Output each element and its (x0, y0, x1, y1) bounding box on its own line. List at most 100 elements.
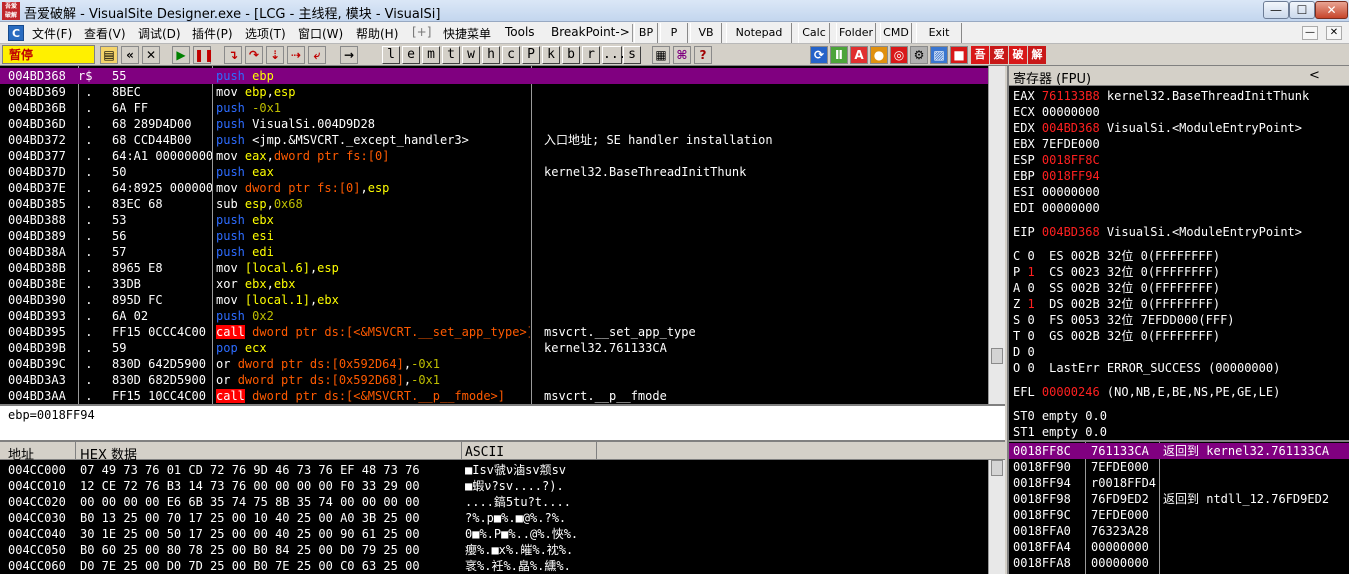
disasm-row[interactable]: 004BD388 . 53 push ebx (0, 212, 1005, 228)
goto-address-icon[interactable]: → (340, 46, 358, 64)
register-eax[interactable]: EAX 761133B8 kernel32.BaseThreadInitThun… (1013, 88, 1309, 104)
plugin-vb-button[interactable]: VB (690, 23, 722, 43)
run-icon[interactable]: ▶ (172, 46, 190, 64)
record-icon[interactable]: ● (870, 46, 888, 64)
disasm-row[interactable]: 004BD368 r$ 55 push ebp (0, 68, 1005, 84)
menu-plugins[interactable]: 插件(P) (192, 25, 233, 42)
open-file-icon[interactable]: ▤ (100, 46, 118, 64)
plugin-p-button[interactable]: P (660, 23, 688, 43)
settings-icon[interactable]: ⚙ (910, 46, 928, 64)
plugin-folder-button[interactable]: Folder (836, 23, 876, 43)
stack-row[interactable]: 0018FF9C 7EFDE000 (1009, 507, 1349, 523)
dump-header-ascii[interactable]: ASCII (465, 445, 504, 460)
help-icon[interactable]: ? (694, 46, 712, 64)
disasm-row[interactable]: 004BD38B . 8965 E8 mov [local.6],esp (0, 260, 1005, 276)
disasm-row[interactable]: 004BD37E . 64:8925 00000000 mov dword ptr … (0, 180, 1005, 196)
register-edi[interactable]: EDI 00000000 (1013, 200, 1100, 216)
plugin-bp-button[interactable]: BP (634, 23, 658, 43)
disasm-row[interactable]: 004BD389 . 56 push esi (0, 228, 1005, 244)
hash-icon[interactable]: ▨ (930, 46, 948, 64)
fpu-register[interactable]: ST1 empty 0.0 (1013, 424, 1107, 440)
log-window-button[interactable]: l (382, 46, 400, 64)
dump-scrollbar[interactable] (988, 460, 1005, 574)
fpu-register[interactable]: ST0 empty 0.0 (1013, 408, 1107, 424)
register-ecx[interactable]: ECX 00000000 (1013, 104, 1100, 120)
stack-row[interactable]: 0018FF8C 761133CA 返回到 kernel32.761133CA (1009, 443, 1349, 459)
flag-a[interactable]: A 0 SS 002B 32位 0(FFFFFFFF) (1013, 280, 1220, 296)
refresh-icon[interactable]: ⟳ (810, 46, 828, 64)
stack-row[interactable]: 0018FF90 7EFDE000 (1009, 459, 1349, 475)
menu-help[interactable]: 帮助(H) (356, 25, 398, 42)
disasm-row[interactable]: 004BD385 . 83EC 68 sub esp,0x68 (0, 196, 1005, 212)
mdi-minimize-button[interactable]: — (1302, 26, 1318, 40)
registers-toggle-icon[interactable]: < (1309, 68, 1320, 83)
scrollbar-thumb[interactable] (991, 460, 1003, 476)
stack-row[interactable]: 0018FFA4 00000000 (1009, 539, 1349, 555)
register-esi[interactable]: ESI 00000000 (1013, 184, 1100, 200)
stack-row[interactable]: 0018FF94 r0018FFD4 (1009, 475, 1349, 491)
menu-tools[interactable]: Tools (505, 25, 535, 39)
pause-plugin-icon[interactable]: Ⅱ (830, 46, 848, 64)
maximize-button[interactable]: ☐ (1289, 1, 1315, 19)
flag-s[interactable]: S 0 FS 0053 32位 7EFDD000(FFF) (1013, 312, 1235, 328)
dump-row[interactable]: 004CC060 D0 7E 25 00 D0 7D 25 00 B0 7E 25… (0, 558, 986, 574)
stack-row[interactable]: 0018FFA8 00000000 (1009, 555, 1349, 571)
handles-button[interactable]: h (482, 46, 500, 64)
disasm-row[interactable]: 004BD38A . 57 push edi (0, 244, 1005, 260)
register-esp[interactable]: ESP 0018FF8C (1013, 152, 1100, 168)
registers-pane[interactable]: EAX 761133B8 kernel32.BaseThreadInitThun… (1007, 86, 1349, 440)
menu-shortcuts[interactable]: 快捷菜单 (443, 25, 491, 42)
memory-map-button[interactable]: m (422, 46, 440, 64)
source-button[interactable]: s (623, 46, 641, 64)
minimize-button[interactable]: — (1263, 1, 1289, 19)
dump-row[interactable]: 004CC030 B0 13 25 00 70 17 25 00 10 40 25… (0, 510, 986, 526)
plugin-a-icon[interactable]: A (850, 46, 868, 64)
stack-pane[interactable]: 0018FF8C 761133CA 返回到 kernel32.761133CA 001… (1007, 440, 1349, 574)
disasm-row[interactable]: 004BD369 . 8BEC mov ebp,esp (0, 84, 1005, 100)
options-icon[interactable]: ⌘ (673, 46, 691, 64)
brand-button-ai[interactable]: 爱 (990, 46, 1008, 64)
flag-z[interactable]: Z 1 DS 002B 32位 0(FFFFFFFF) (1013, 296, 1220, 312)
register-ebp[interactable]: EBP 0018FF94 (1013, 168, 1100, 184)
disasm-row[interactable]: 004BD395 . FF15 0CCC4C00 call dword ptr ds… (0, 324, 1005, 340)
grid-icon[interactable]: ▦ (652, 46, 670, 64)
pause-icon[interactable]: ❚❚ (193, 46, 214, 64)
dump-row[interactable]: 004CC010 12 CE 72 76 B3 14 73 76 00 00 00… (0, 478, 986, 494)
flag-p[interactable]: P 1 CS 0023 32位 0(FFFFFFFF) (1013, 264, 1220, 280)
disasm-row[interactable]: 004BD3A3 . 830D 682D5900 FF or dword ptr d… (0, 372, 1005, 388)
step-into-icon[interactable]: ↴ (224, 46, 242, 64)
disassembly-scrollbar[interactable] (988, 66, 1005, 404)
target-icon[interactable]: ◎ (890, 46, 908, 64)
memory-dump-pane[interactable]: 004CC000 07 49 73 76 01 CD 72 76 9D 46 73… (0, 460, 1005, 574)
flag-c[interactable]: C 0 ES 002B 32位 0(FFFFFFFF) (1013, 248, 1220, 264)
flag-d[interactable]: D 0 (1013, 344, 1035, 360)
restart-icon[interactable]: « (121, 46, 139, 64)
flag-t[interactable]: T 0 GS 002B 32位 0(FFFFFFFF) (1013, 328, 1220, 344)
menu-debug[interactable]: 调试(D) (138, 25, 181, 42)
disasm-row[interactable]: 004BD36D . 68 289D4D00 push VisualSi.004D9… (0, 116, 1005, 132)
dump-row[interactable]: 004CC000 07 49 73 76 01 CD 72 76 9D 46 73… (0, 462, 986, 478)
brand-button-wu[interactable]: 吾 (971, 46, 989, 64)
threads-button[interactable]: t (442, 46, 460, 64)
register-edx[interactable]: EDX 004BD368 VisualSi.<ModuleEntryPoint> (1013, 120, 1302, 136)
trace-into-icon[interactable]: ⇣ (266, 46, 284, 64)
disasm-row[interactable]: 004BD39C . 830D 642D5900 FF or dword ptr d… (0, 356, 1005, 372)
stop-icon[interactable]: ■ (950, 46, 968, 64)
close-button[interactable]: ✕ (1315, 1, 1348, 19)
disassembly-pane[interactable]: 004BD368 r$ 55 push ebp 004BD369 . 8BEC mov eb… (0, 66, 1005, 404)
scrollbar-thumb[interactable] (991, 348, 1003, 364)
plugin-notepad-button[interactable]: Notepad (726, 23, 792, 43)
dump-row[interactable]: 004CC050 B0 60 25 00 80 78 25 00 B0 84 25… (0, 542, 986, 558)
menu-breakpoint[interactable]: BreakPoint-> (551, 25, 630, 39)
run-trace-button[interactable]: ... (602, 46, 626, 64)
menu-expand[interactable]: [+] (412, 25, 431, 39)
register-ebx[interactable]: EBX 7EFDE000 (1013, 136, 1100, 152)
brand-button-po[interactable]: 破 (1009, 46, 1027, 64)
modules-button[interactable]: e (402, 46, 420, 64)
disasm-row[interactable]: 004BD372 . 68 CCD44B00 push <jmp.&MSVCRT._… (0, 132, 1005, 148)
references-button[interactable]: r (582, 46, 600, 64)
disasm-row[interactable]: 004BD38E . 33DB xor ebx,ebx (0, 276, 1005, 292)
breakpoints-button[interactable]: b (562, 46, 580, 64)
stack-row[interactable]: 0018FF98 76FD9ED2 返回到 ntdll_12.76FD9ED2 (1009, 491, 1349, 507)
disasm-row[interactable]: 004BD39B . 59 pop ecx kernel32.761133CA (0, 340, 1005, 356)
